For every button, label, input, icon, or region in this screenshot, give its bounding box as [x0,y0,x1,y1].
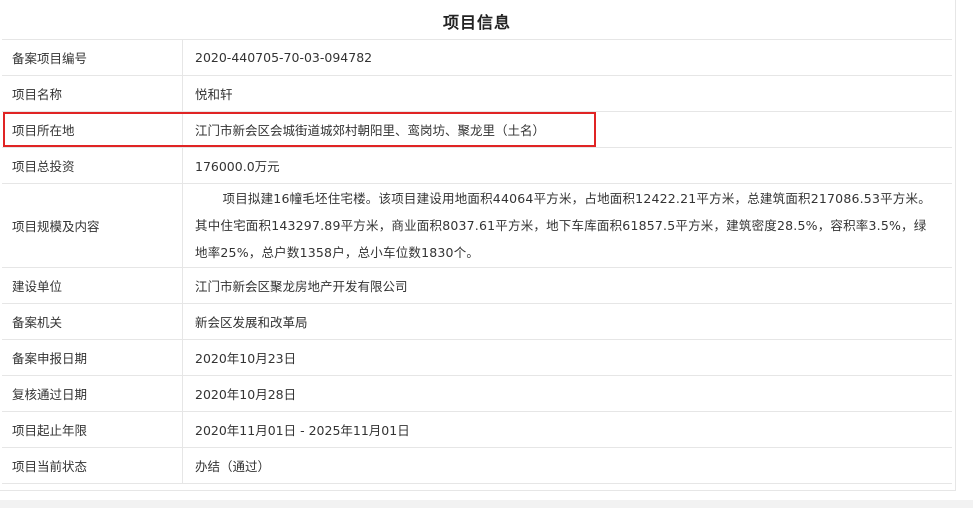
table-row: 项目起止年限 2020年11月01日 - 2025年11月01日 [2,411,952,448]
row-value-filing-date: 2020年10月23日 [182,339,952,376]
page-bottom-strip [0,500,973,508]
panel-title: 项目信息 [2,2,952,40]
row-value-total-investment: 176000.0万元 [182,147,952,184]
row-label-filing-authority: 备案机关 [2,303,183,340]
table-row: 项目名称 悦和轩 [2,75,952,112]
row-value-current-status: 办结（通过） [182,447,952,484]
table-row: 备案申报日期 2020年10月23日 [2,339,952,376]
row-label-total-investment: 项目总投资 [2,147,183,184]
table-row: 复核通过日期 2020年10月28日 [2,375,952,412]
row-value-project-name: 悦和轩 [182,75,952,112]
table-row: 备案机关 新会区发展和改革局 [2,303,952,340]
row-label-review-date: 复核通过日期 [2,375,183,412]
row-value-review-date: 2020年10月28日 [182,375,952,412]
row-value-filing-authority: 新会区发展和改革局 [182,303,952,340]
row-label-location: 项目所在地 [2,111,183,148]
table-row: 项目所在地 江门市新会区会城街道城郊村朝阳里、鸾岗坊、聚龙里（土名） [2,111,952,148]
table-row: 项目当前状态 办结（通过） [2,447,952,484]
table-row: 建设单位 江门市新会区聚龙房地产开发有限公司 [2,267,952,304]
row-value-location: 江门市新会区会城街道城郊村朝阳里、鸾岗坊、聚龙里（土名） [182,111,952,148]
row-value-scale-content-cell: 项目拟建16幢毛坯住宅楼。该项目建设用地面积44064平方米，占地面积12422… [182,183,952,268]
table-row: 备案项目编号 2020-440705-70-03-094782 [2,40,952,76]
row-value-project-period: 2020年11月01日 - 2025年11月01日 [182,411,952,448]
table-row: 项目总投资 176000.0万元 [2,147,952,184]
row-value-filing-number: 2020-440705-70-03-094782 [182,40,952,76]
row-label-filing-date: 备案申报日期 [2,339,183,376]
row-label-project-period: 项目起止年限 [2,411,183,448]
row-label-filing-number: 备案项目编号 [2,40,183,76]
project-info-table: 备案项目编号 2020-440705-70-03-094782 项目名称 悦和轩… [2,40,952,484]
row-label-developer: 建设单位 [2,267,183,304]
table-row: 项目规模及内容 项目拟建16幢毛坯住宅楼。该项目建设用地面积44064平方米，占… [2,183,952,268]
row-label-scale-content: 项目规模及内容 [2,183,183,268]
row-label-current-status: 项目当前状态 [2,447,183,484]
row-value-developer: 江门市新会区聚龙房地产开发有限公司 [182,267,952,304]
row-value-scale-content: 项目拟建16幢毛坯住宅楼。该项目建设用地面积44064平方米，占地面积12422… [195,191,931,260]
row-label-project-name: 项目名称 [2,75,183,112]
